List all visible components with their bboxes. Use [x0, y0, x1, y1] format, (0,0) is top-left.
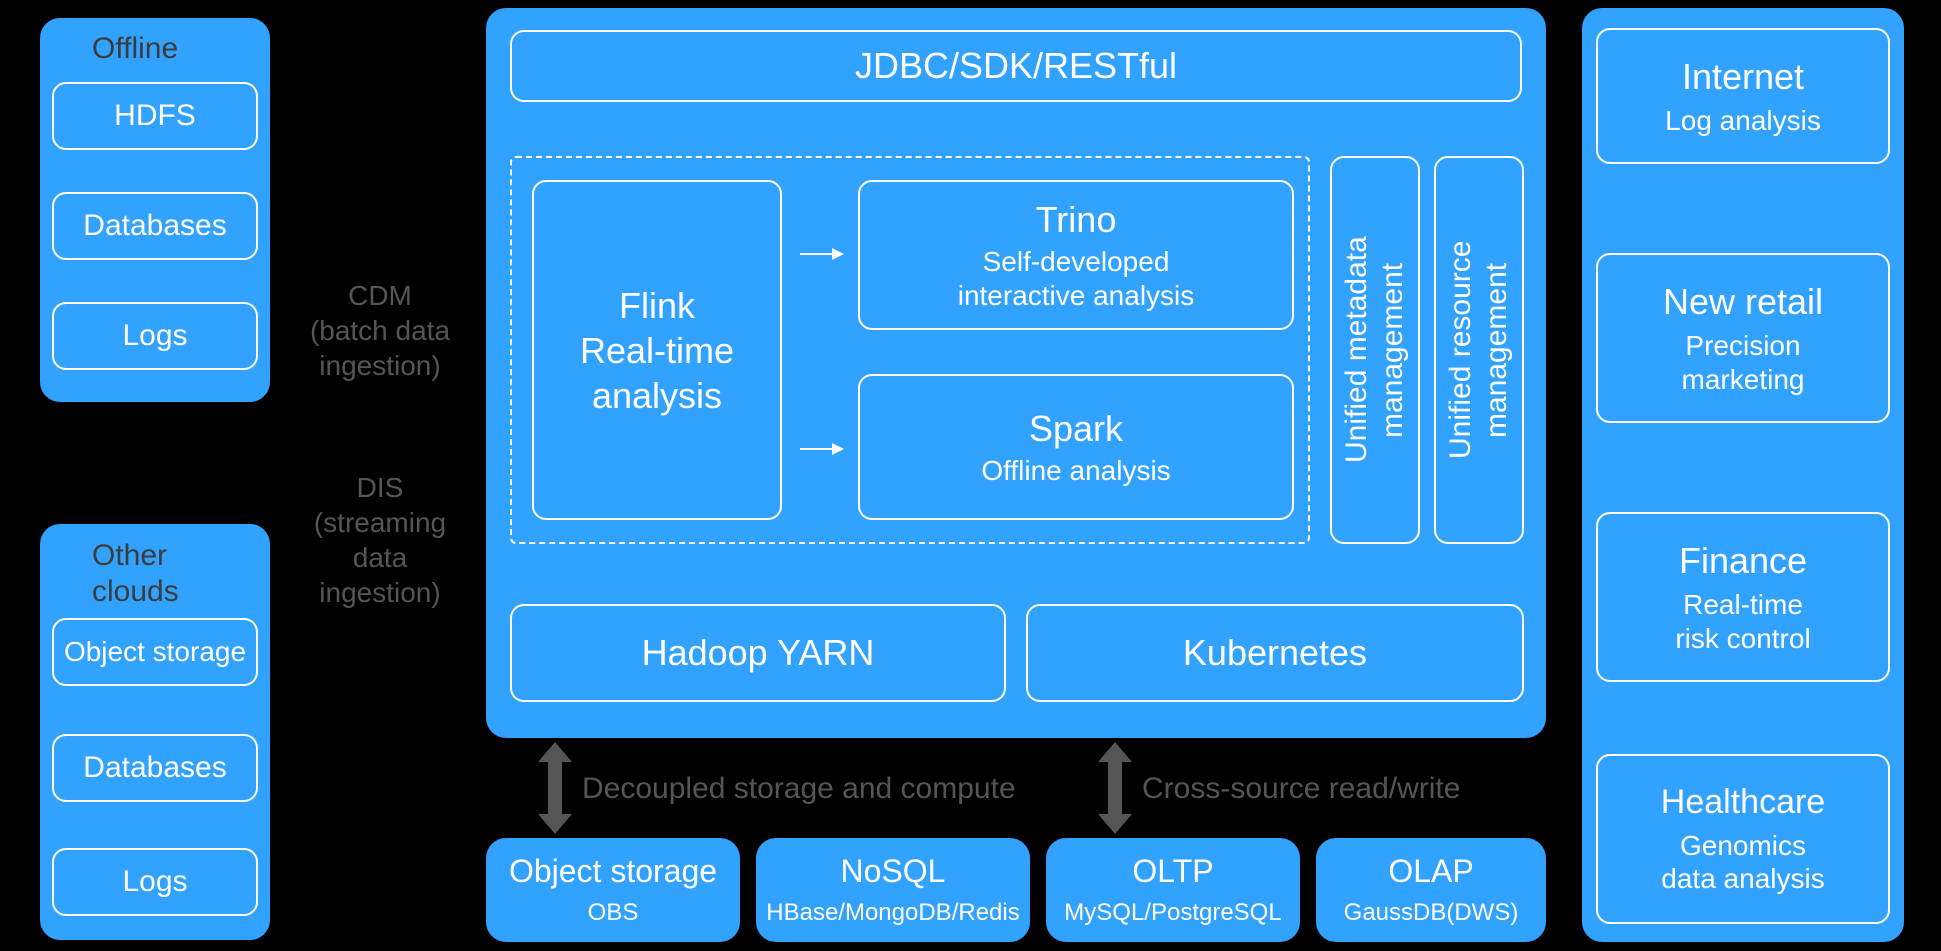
arrow-flink-spark: [800, 448, 842, 450]
storage-object-title: Object storage: [509, 852, 717, 890]
hadoop-yarn: Hadoop YARN: [510, 604, 1006, 702]
spark-title: Spark: [1029, 407, 1123, 450]
storage-olap-title: OLAP: [1388, 852, 1473, 890]
other-item-databases: Databases: [52, 734, 258, 802]
unified-resource: Unified resource management: [1434, 156, 1524, 544]
unified-metadata-label: Unified metadata management: [1332, 158, 1418, 542]
trino-box: Trino Self-developed interactive analysi…: [858, 180, 1294, 330]
arrow-cross-source: [1108, 760, 1122, 816]
dis-label: DIS (streaming data ingestion): [290, 470, 470, 610]
usecase-healthcare: Healthcare Genomics data analysis: [1596, 754, 1890, 924]
trino-title: Trino: [1036, 198, 1117, 241]
spark-box: Spark Offline analysis: [858, 374, 1294, 520]
storage-object-sub: OBS: [588, 899, 639, 928]
offline-item-databases: Databases: [52, 192, 258, 260]
usecase-internet-title: Internet: [1682, 55, 1804, 98]
offline-item-hdfs: HDFS: [52, 82, 258, 150]
usecase-healthcare-title: Healthcare: [1661, 782, 1825, 823]
trino-sub: Self-developed interactive analysis: [958, 245, 1195, 312]
storage-object: Object storage OBS: [486, 838, 740, 942]
usecase-finance-sub: Real-time risk control: [1675, 588, 1810, 655]
spark-sub: Offline analysis: [981, 454, 1170, 488]
other-item-logs: Logs: [52, 848, 258, 916]
kubernetes: Kubernetes: [1026, 604, 1524, 702]
arrow-storage-compute: [548, 760, 562, 816]
right-panel: Internet Log analysis New retail Precisi…: [1582, 8, 1904, 942]
usecase-finance: Finance Real-time risk control: [1596, 512, 1890, 682]
flink-box: Flink Real-time analysis: [532, 180, 782, 520]
unified-metadata: Unified metadata management: [1330, 156, 1420, 544]
center-panel: JDBC/SDK/RESTful Flink Real-time analysi…: [486, 8, 1546, 738]
other-group: Other clouds Object storage Databases Lo…: [40, 524, 270, 940]
offline-title: Offline: [92, 32, 178, 66]
usecase-internet-sub: Log analysis: [1665, 104, 1821, 138]
arrow-flink-trino: [800, 253, 842, 255]
usecase-retail-sub: Precision marketing: [1682, 329, 1805, 396]
storage-oltp-sub: MySQL/PostgreSQL: [1064, 899, 1281, 928]
unified-resource-label: Unified resource management: [1436, 158, 1522, 542]
usecase-healthcare-sub: Genomics data analysis: [1661, 829, 1824, 896]
engines-group: Flink Real-time analysis Trino Self-deve…: [510, 156, 1310, 544]
storage-oltp: OLTP MySQL/PostgreSQL: [1046, 838, 1300, 942]
usecase-retail-title: New retail: [1663, 280, 1823, 323]
offline-group: Offline HDFS Databases Logs: [40, 18, 270, 402]
storage-olap-sub: GaussDB(DWS): [1344, 899, 1519, 928]
storage-olap: OLAP GaussDB(DWS): [1316, 838, 1546, 942]
other-item-object-storage: Object storage: [52, 618, 258, 686]
cross-source-label: Cross-source read/write: [1142, 770, 1542, 808]
cdm-label: CDM (batch data ingestion): [290, 278, 470, 383]
offline-item-logs: Logs: [52, 302, 258, 370]
storage-nosql: NoSQL HBase/MongoDB/Redis: [756, 838, 1030, 942]
storage-nosql-sub: HBase/MongoDB/Redis: [766, 899, 1019, 928]
usecase-internet: Internet Log analysis: [1596, 28, 1890, 164]
storage-nosql-title: NoSQL: [841, 852, 946, 890]
usecase-retail: New retail Precision marketing: [1596, 253, 1890, 423]
usecase-finance-title: Finance: [1679, 539, 1807, 582]
decoupled-label: Decoupled storage and compute: [582, 770, 1042, 808]
other-title: Other clouds: [92, 538, 242, 610]
api-bar: JDBC/SDK/RESTful: [510, 30, 1522, 102]
storage-oltp-title: OLTP: [1132, 852, 1213, 890]
